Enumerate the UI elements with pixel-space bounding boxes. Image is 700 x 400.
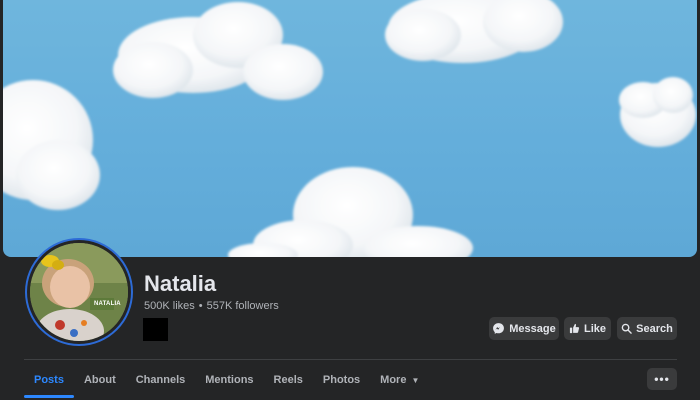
tab-label: About xyxy=(83,374,116,386)
messenger-icon xyxy=(492,322,505,335)
stats-separator: • xyxy=(198,300,203,312)
tab-mentions[interactable]: Mentions xyxy=(195,360,263,400)
caret-down-icon: ▼ xyxy=(411,375,420,385)
tab-label: Channels xyxy=(135,374,186,386)
like-button[interactable]: Like xyxy=(564,317,611,340)
followers-count[interactable]: 557K followers xyxy=(207,300,279,312)
message-button[interactable]: Message xyxy=(489,317,559,340)
like-button-label: Like xyxy=(583,322,606,335)
avatar: NATALIA xyxy=(27,240,131,344)
page-tabs: Posts About Channels Mentions Reels Phot… xyxy=(24,360,429,400)
tab-reels[interactable]: Reels xyxy=(264,360,313,400)
tab-photos[interactable]: Photos xyxy=(313,360,370,400)
search-icon xyxy=(621,323,632,334)
tab-label: Mentions xyxy=(205,374,254,386)
tab-label: Reels xyxy=(273,374,303,386)
page-title[interactable]: Natalia xyxy=(144,271,216,297)
search-button-label: Search xyxy=(636,322,673,335)
profile-picture[interactable]: NATALIA xyxy=(25,238,133,346)
message-button-label: Message xyxy=(509,322,556,335)
more-options-button[interactable]: ••• xyxy=(647,368,677,390)
redacted-block xyxy=(143,318,168,341)
tab-label: Photos xyxy=(322,374,361,386)
search-button[interactable]: Search xyxy=(617,317,677,340)
tab-about[interactable]: About xyxy=(74,360,126,400)
likes-count[interactable]: 500K likes xyxy=(144,300,195,312)
thumbs-up-icon xyxy=(569,323,580,334)
cover-photo[interactable] xyxy=(3,0,697,257)
tab-label: More xyxy=(380,374,407,386)
more-dots-icon: ••• xyxy=(654,372,670,386)
page-stats: 500K likes • 557K followers xyxy=(144,300,279,312)
avatar-badge-text: NATALIA xyxy=(94,301,121,307)
tab-channels[interactable]: Channels xyxy=(126,360,196,400)
tab-posts[interactable]: Posts xyxy=(24,360,74,400)
tab-more[interactable]: More ▼ xyxy=(370,360,429,400)
tab-label: Posts xyxy=(34,374,64,386)
avatar-child-photo xyxy=(30,243,128,341)
cover-clouds-image xyxy=(3,0,696,257)
